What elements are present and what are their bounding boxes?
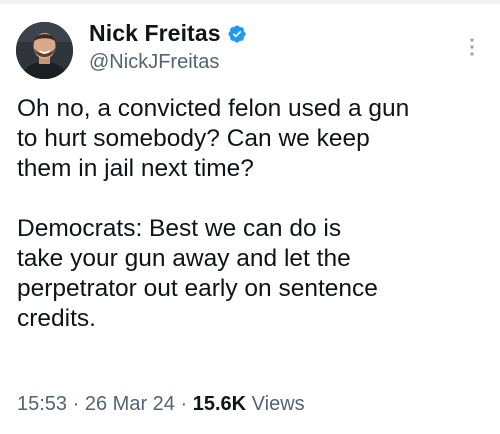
views-label: Views [251, 393, 305, 415]
author-display-name[interactable]: Nick Freitas [89, 20, 221, 47]
tweet-date[interactable]: 26 Mar 24 [85, 393, 175, 415]
author-handle[interactable]: @NickJFreitas [89, 51, 219, 74]
views-count[interactable]: 15.6K [193, 393, 246, 415]
tweet-time[interactable]: 15:53 [17, 393, 67, 415]
author-name-row: Nick Freitas [89, 20, 247, 47]
top-divider [0, 0, 500, 4]
more-vertical-icon[interactable] [462, 36, 482, 58]
tweet-meta: 15:53 · 26 Mar 24 · 15.6K Views [17, 393, 305, 416]
meta-separator: · [72, 393, 80, 415]
meta-separator: · [180, 393, 188, 415]
avatar[interactable] [16, 22, 73, 79]
verified-badge-icon [227, 24, 247, 44]
tweet-text: Oh no, a convicted felon used a gun to h… [17, 95, 410, 332]
